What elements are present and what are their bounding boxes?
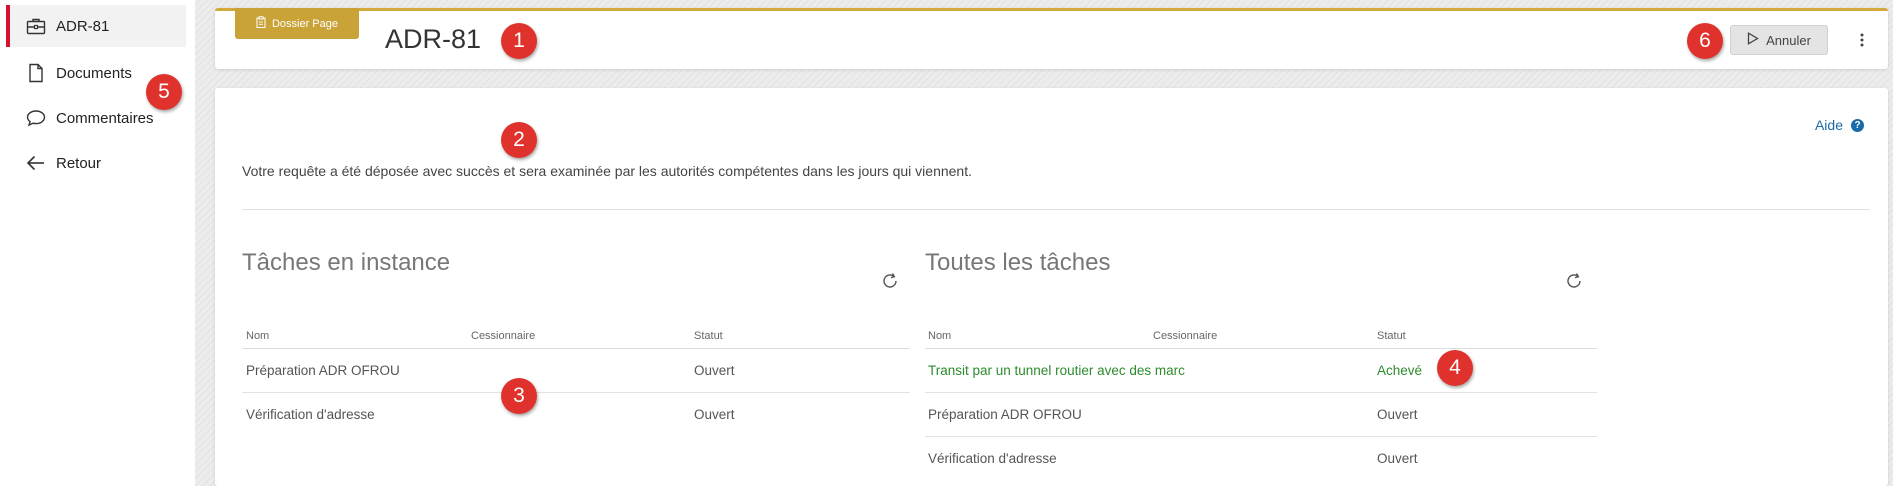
callout-badge-2: 2 [501,122,537,158]
callout-badge-3: 3 [501,378,537,414]
task-name: Vérification d'adresse [246,407,375,422]
pending-tasks-title: Tâches en instance [242,249,451,276]
task-name[interactable]: Transit par un tunnel routier avec des m… [928,363,1185,378]
column-header-status: Statut [694,330,723,342]
play-icon [1747,32,1759,48]
briefcase-icon [24,14,48,38]
cancel-label: Annuler [1766,32,1811,48]
column-header-name: Nom [928,330,952,342]
more-options-icon[interactable] [1852,26,1872,54]
callout-badge-1: 1 [501,23,537,59]
column-header-assignee: Cessionnaire [1153,330,1218,342]
callout-badge-4: 4 [1437,350,1473,386]
content-card: Aide ? Votre requête a été déposée avec … [215,88,1888,486]
main-area: Dossier Page ADR-81 Annuler Aide ? Votre… [195,0,1893,486]
all-tasks-title: Toutes les tâches [925,249,1111,276]
refresh-all-icon[interactable] [1563,270,1585,292]
help-link[interactable]: Aide ? [1815,117,1864,133]
success-notice: Votre requête a été déposée avec succès … [242,163,972,179]
table-header: Nom Cessionnaire Statut [925,322,1597,349]
sidebar-item-label: Documents [56,64,132,82]
task-name: Préparation ADR OFROU [928,407,1082,422]
sidebar-item-label: ADR-81 [56,17,110,35]
dossier-tab-label: Dossier Page [271,17,339,30]
divider [242,209,1870,210]
task-status: Ouvert [1377,407,1418,422]
table-row[interactable]: Transit par un tunnel routier avec des m… [925,349,1597,393]
table-row[interactable]: Préparation ADR OFROU Ouvert [925,393,1597,437]
table-header: Nom Cessionnaire Statut [242,322,910,349]
refresh-pending-icon[interactable] [879,270,901,292]
clipboard-icon [256,16,266,31]
task-name: Préparation ADR OFROU [246,363,400,378]
callout-badge-6: 6 [1687,23,1723,59]
sidebar-item-label: Commentaires [56,109,154,127]
sidebar-item-label: Retour [56,154,102,172]
task-status: Ouvert [1377,451,1418,466]
help-icon: ? [1851,118,1864,132]
column-header-assignee: Cessionnaire [471,330,536,342]
task-status: Ouvert [694,407,735,422]
page-title: ADR-81 [385,24,482,54]
task-name: Vérification d'adresse [928,451,1057,466]
column-header-name: Nom [246,330,270,342]
pending-tasks-table: Nom Cessionnaire Statut Préparation ADR … [242,322,910,436]
sidebar-item-adr-81[interactable]: ADR-81 [6,5,186,47]
task-status: Achevé [1377,363,1423,378]
help-label: Aide [1814,117,1843,133]
table-row[interactable]: Vérification d'adresse Ouvert [925,437,1597,480]
sidebar: ADR-81 Documents Commentaires Retour [0,0,195,486]
table-row[interactable]: Vérification d'adresse Ouvert [242,393,910,436]
task-status: Ouvert [694,363,735,378]
arrow-left-icon [24,151,48,175]
cancel-button[interactable]: Annuler [1730,25,1828,55]
dossier-header: Dossier Page ADR-81 Annuler [215,8,1888,69]
document-icon [24,61,48,85]
sidebar-item-retour[interactable]: Retour [6,142,186,184]
table-row[interactable]: Préparation ADR OFROU Ouvert [242,349,910,393]
callout-badge-5: 5 [146,74,182,110]
dossier-page-tab[interactable]: Dossier Page [235,8,359,39]
all-tasks-table: Nom Cessionnaire Statut Transit par un t… [925,322,1597,480]
column-header-status: Statut [1377,330,1406,342]
comment-icon [24,106,48,130]
